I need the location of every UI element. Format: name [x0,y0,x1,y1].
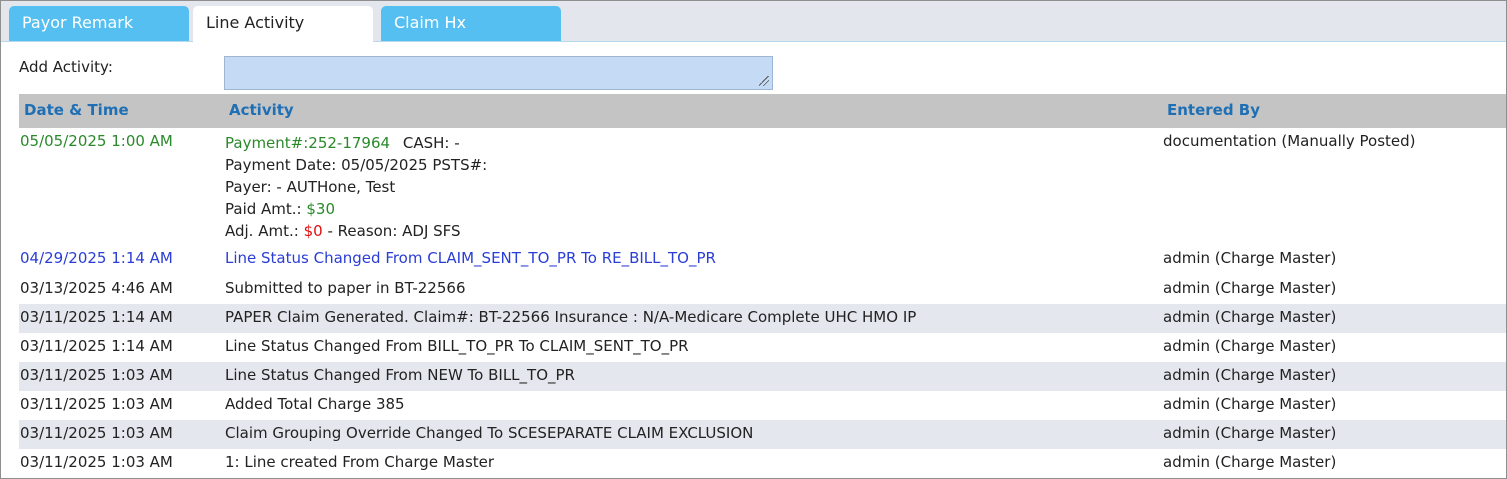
table-row: 03/11/2025 1:03 AM Claim Grouping Overri… [19,420,1506,449]
payer-line: Payer: - AUTHone, Test [225,178,396,196]
table-row: 03/11/2025 1:03 AM Line Status Changed F… [19,362,1506,391]
row-activity: Added Total Charge 385 [225,395,405,413]
row-date: 03/11/2025 1:14 AM [20,308,173,326]
tab-payor-remark[interactable]: Payor Remark [9,6,189,41]
header-activity[interactable]: Activity [229,101,294,119]
row-entered-by: admin (Charge Master) [1163,366,1337,384]
row-date: 04/29/2025 1:14 AM [20,249,173,267]
table-row: 03/13/2025 4:46 AM Submitted to paper in… [19,275,1506,304]
row-date: 03/11/2025 1:03 AM [20,424,173,442]
header-date-time[interactable]: Date & Time [24,101,129,119]
tab-bar: Payor Remark Line Activity Claim Hx [1,1,1506,42]
row-entered-by: admin (Charge Master) [1163,249,1337,267]
row-date: 03/11/2025 1:03 AM [20,395,173,413]
table-row: 03/11/2025 1:14 AM PAPER Claim Generated… [19,304,1506,333]
paid-amt-value: $30 [306,200,336,218]
row-activity: PAPER Claim Generated. Claim#: BT-22566 … [225,308,917,326]
table-row-payment: 05/05/2025 1:00 AM Payment#:252-17964 CA… [19,128,1506,245]
add-activity-textarea[interactable] [224,56,773,90]
adj-amt-value: $0 [303,222,323,240]
activity-table: Date & Time Activity Entered By 05/05/20… [19,94,1506,478]
row-activity: 1: Line created From Charge Master [225,453,495,471]
add-activity-label: Add Activity: [19,58,113,76]
row-entered-by: admin (Charge Master) [1163,424,1337,442]
adj-amt-label: Adj. Amt.: [225,222,299,240]
tab-line-activity[interactable]: Line Activity [193,6,373,42]
tab-claim-hx[interactable]: Claim Hx [381,6,561,41]
resize-grip-icon[interactable] [759,76,769,86]
adj-reason: - Reason: ADJ SFS [327,222,461,240]
table-header: Date & Time Activity Entered By [19,94,1506,128]
row-entered-by: admin (Charge Master) [1163,395,1337,413]
table-row: 03/11/2025 1:03 AM Added Total Charge 38… [19,391,1506,420]
line-activity-panel: Payor Remark Line Activity Claim Hx Add … [0,0,1507,479]
row-activity: Line Status Changed From NEW To BILL_TO_… [225,366,575,384]
row-date: 03/13/2025 4:46 AM [20,279,173,297]
row-date: 03/11/2025 1:14 AM [20,337,173,355]
table-row: 03/11/2025 1:03 AM 1: Line created From … [19,449,1506,478]
row-activity: Submitted to paper in BT-22566 [225,279,466,297]
row-date: 03/11/2025 1:03 AM [20,366,173,384]
payment-link[interactable]: Payment#:252-17964 [225,134,390,152]
row-entered-by: admin (Charge Master) [1163,279,1337,297]
payment-date: 05/05/2025 1:00 AM [20,132,173,150]
row-activity: Line Status Changed From BILL_TO_PR To C… [225,337,689,355]
payment-activity: Payment#:252-17964 CASH: - Payment Date:… [225,132,487,242]
row-entered-by: admin (Charge Master) [1163,453,1337,471]
payment-entered-by: documentation (Manually Posted) [1163,132,1416,150]
header-entered-by[interactable]: Entered By [1167,101,1260,119]
row-entered-by: admin (Charge Master) [1163,337,1337,355]
paid-amt-label: Paid Amt.: [225,200,302,218]
table-row: 04/29/2025 1:14 AM Line Status Changed F… [19,245,1506,275]
row-activity: Claim Grouping Override Changed To SCESE… [225,424,754,442]
row-date: 03/11/2025 1:03 AM [20,453,173,471]
table-row: 03/11/2025 1:14 AM Line Status Changed F… [19,333,1506,362]
payment-date-line: Payment Date: 05/05/2025 PSTS#: [225,156,488,174]
row-activity: Line Status Changed From CLAIM_SENT_TO_P… [225,249,716,267]
row-entered-by: admin (Charge Master) [1163,308,1337,326]
payment-cash: CASH: - [402,134,460,152]
